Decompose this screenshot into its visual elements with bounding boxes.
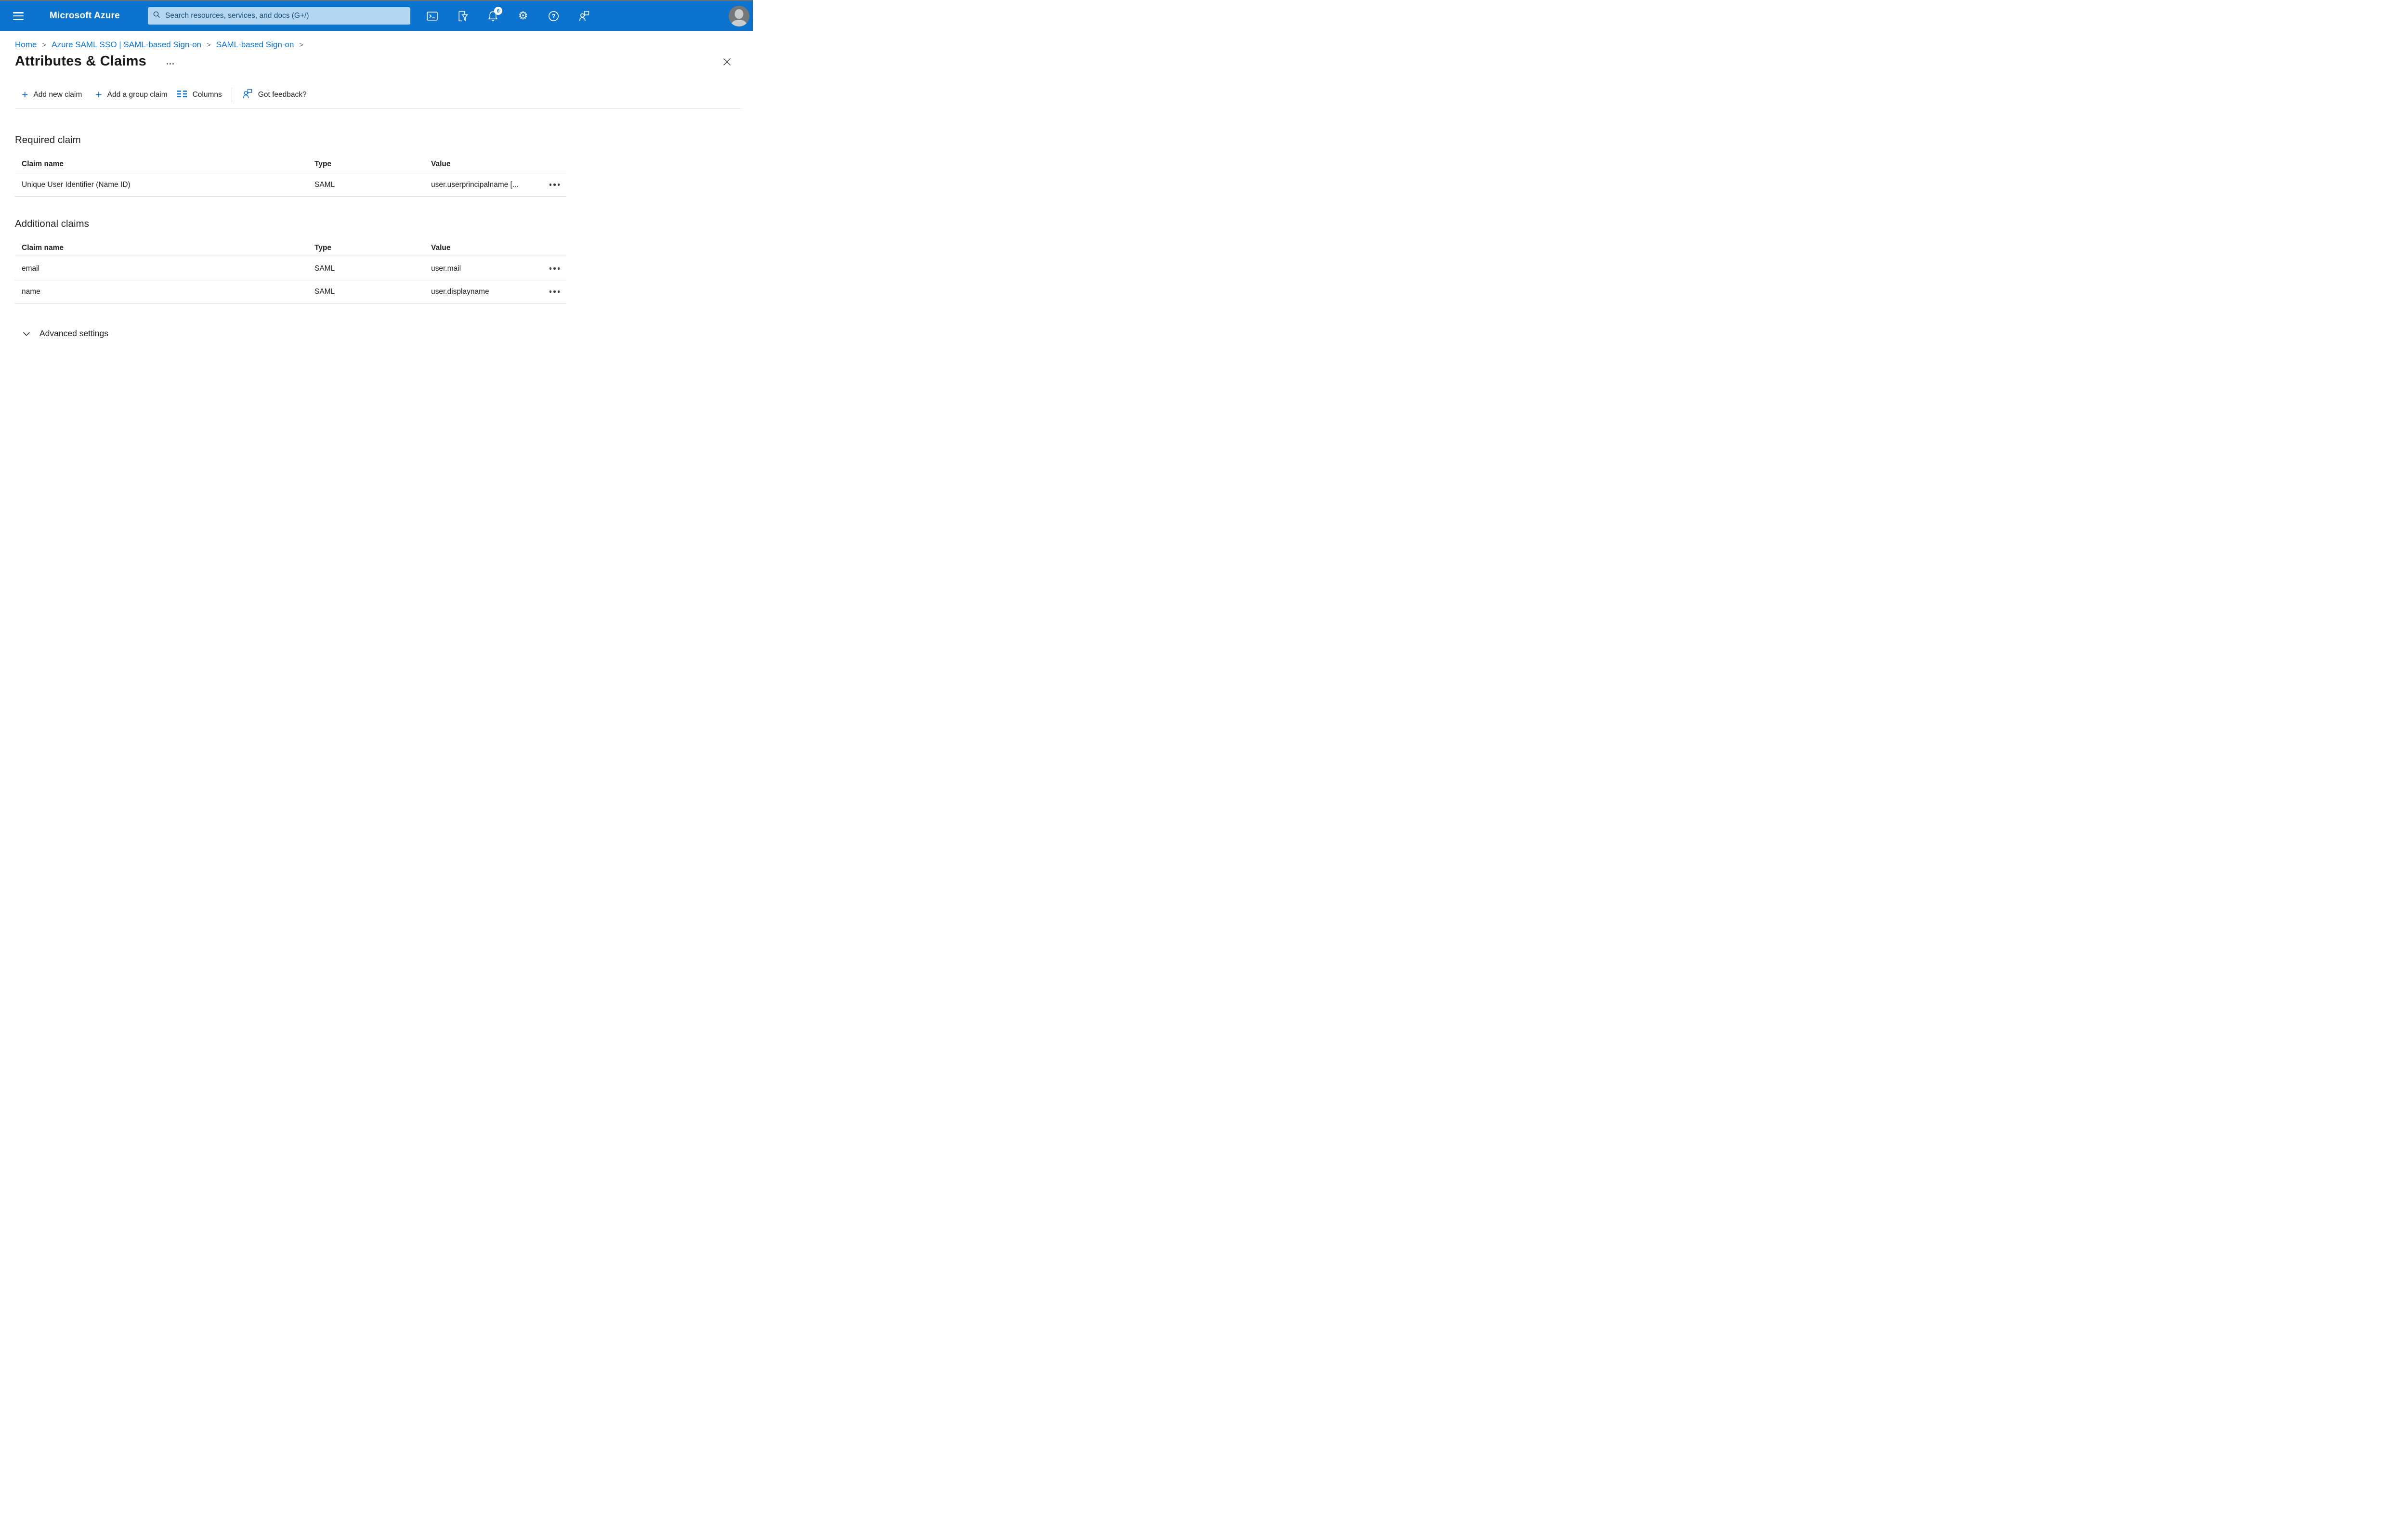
breadcrumb-separator: > — [299, 40, 304, 49]
cloud-shell-icon[interactable] — [426, 10, 438, 22]
page-header: Attributes & Claims — [15, 53, 753, 69]
required-claim-table: Claim name Type Value Unique User Identi… — [15, 156, 566, 197]
row-ellipsis-icon[interactable] — [549, 267, 567, 270]
feedback-person-icon — [242, 88, 253, 102]
breadcrumb-saml-signon[interactable]: SAML-based Sign-on — [216, 40, 294, 50]
advanced-settings-toggle[interactable]: Advanced settings — [23, 328, 753, 339]
value-cell: user.userprincipalname [... — [431, 180, 519, 189]
add-new-claim-button[interactable]: + Add new claim — [22, 88, 82, 101]
search-input[interactable] — [165, 12, 406, 20]
columns-button[interactable]: Columns — [177, 90, 222, 101]
required-claim-heading: Required claim — [15, 134, 81, 145]
breadcrumb-separator: > — [42, 40, 47, 49]
add-new-claim-label: Add new claim — [33, 91, 82, 99]
table-row[interactable]: name SAML user.displayname — [15, 280, 566, 303]
type-cell: SAML — [314, 180, 335, 189]
notifications-bell-icon[interactable]: 6 — [486, 7, 502, 22]
page-title: Attributes & Claims — [15, 53, 146, 69]
claim-name-cell: Unique User Identifier (Name ID) — [22, 180, 131, 189]
command-bar: + Add new claim + Add a group claim Colu… — [22, 88, 753, 102]
settings-gear-icon[interactable]: ⚙ — [517, 10, 529, 22]
type-cell: SAML — [314, 264, 335, 273]
col-claim-name: Claim name — [22, 160, 64, 168]
row-ellipsis-icon[interactable] — [549, 290, 567, 293]
additional-claims-heading: Additional claims — [15, 218, 89, 229]
col-type: Type — [314, 160, 332, 168]
breadcrumb-home[interactable]: Home — [15, 40, 37, 50]
value-cell: user.mail — [431, 264, 461, 273]
advanced-settings-label: Advanced settings — [39, 328, 109, 338]
row-ellipsis-icon[interactable] — [549, 184, 567, 186]
more-ellipsis-icon[interactable] — [166, 63, 174, 65]
value-cell: user.displayname — [431, 287, 489, 296]
claim-name-cell: name — [22, 287, 40, 296]
notification-badge: 6 — [494, 7, 502, 15]
feedback-person-icon[interactable] — [577, 10, 590, 22]
col-value: Value — [431, 160, 451, 168]
plus-icon: + — [22, 88, 28, 101]
add-group-claim-label: Add a group claim — [107, 91, 168, 99]
topbar-icon-group: 6 ⚙ ? — [426, 1, 590, 31]
got-feedback-label: Got feedback? — [258, 91, 307, 99]
table-header-row: Claim name Type Value — [15, 156, 566, 173]
col-value: Value — [431, 244, 451, 252]
svg-text:?: ? — [551, 13, 555, 20]
breadcrumb: Home > Azure SAML SSO | SAML-based Sign-… — [15, 40, 753, 50]
user-avatar[interactable] — [729, 6, 749, 26]
table-row[interactable]: email SAML user.mail — [15, 257, 566, 280]
table-header-row: Claim name Type Value — [15, 239, 566, 257]
breadcrumb-separator: > — [207, 40, 211, 49]
col-type: Type — [314, 244, 332, 252]
close-icon[interactable] — [721, 56, 732, 67]
claim-name-cell: email — [22, 264, 40, 273]
breadcrumb-app[interactable]: Azure SAML SSO | SAML-based Sign-on — [52, 40, 201, 50]
brand-logo[interactable]: Microsoft Azure — [50, 11, 120, 21]
search-icon — [153, 11, 161, 21]
columns-label: Columns — [192, 91, 222, 99]
add-group-claim-button[interactable]: + Add a group claim — [95, 88, 168, 101]
col-claim-name: Claim name — [22, 244, 64, 252]
azure-topbar: Microsoft Azure Search resources, servic… — [0, 1, 753, 31]
chevron-down-icon — [23, 328, 30, 339]
type-cell: SAML — [314, 287, 335, 296]
additional-claims-table: Claim name Type Value email SAML user.ma… — [15, 239, 566, 303]
hamburger-menu-icon[interactable] — [13, 12, 24, 20]
help-icon[interactable]: ? — [547, 10, 560, 22]
subscription-filter-icon[interactable] — [456, 10, 469, 22]
plus-icon: + — [95, 88, 102, 101]
table-row[interactable]: Unique User Identifier (Name ID) SAML us… — [15, 173, 566, 197]
columns-icon — [177, 90, 187, 101]
global-search[interactable] — [148, 7, 410, 25]
got-feedback-button[interactable]: Got feedback? — [242, 88, 307, 102]
toolbar-bottom-divider — [15, 108, 741, 109]
